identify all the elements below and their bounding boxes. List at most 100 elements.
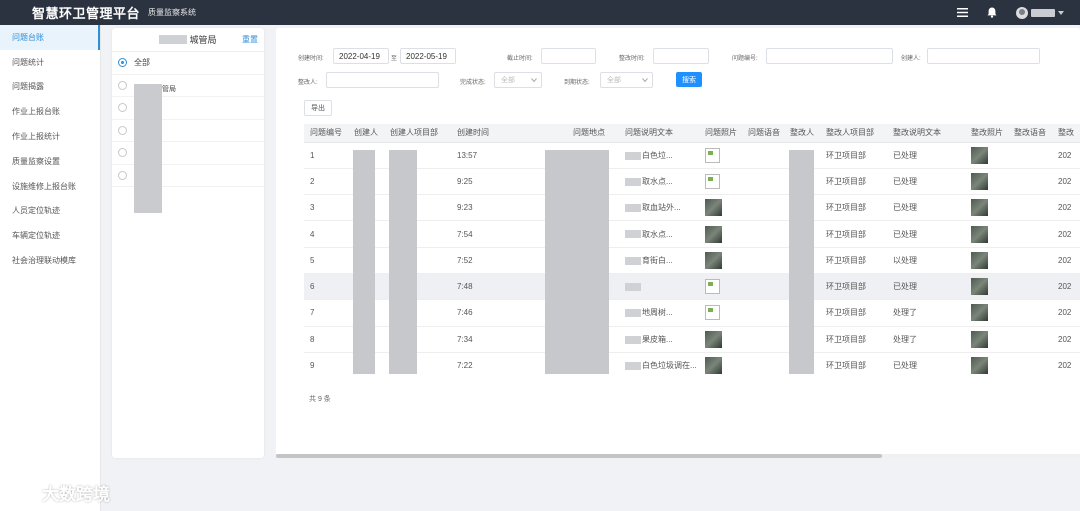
sidebar-item-quality-settings[interactable]: 质量监察设置	[0, 149, 100, 174]
col-voice: 问题语音	[742, 124, 784, 143]
cell-issue-no: 9	[304, 352, 348, 378]
sidebar-item-issue-ledger[interactable]: 问题台账	[0, 25, 100, 50]
radio-icon[interactable]	[118, 125, 127, 135]
cell-rectify-photo[interactable]	[965, 247, 1008, 274]
cell-photo[interactable]	[699, 299, 742, 327]
table-row[interactable]: 6项目部7:48区环卫项目部已处理202	[304, 273, 1080, 301]
issue-no-label: 问题编号:	[732, 56, 758, 62]
deadline-input[interactable]	[541, 48, 596, 64]
due-select[interactable]: 全部	[600, 72, 653, 88]
org-name-redacted	[159, 35, 188, 44]
photo-thumbnail[interactable]	[705, 225, 722, 243]
radio-icon[interactable]	[118, 80, 127, 90]
cell-rectifier-dept: 环卫项目部	[820, 247, 887, 274]
cell-rectifier-dept: 环卫项目部	[820, 326, 887, 353]
search-button[interactable]: 搜索	[676, 72, 702, 87]
cell-rectify-photo[interactable]	[965, 273, 1008, 301]
scrollbar-thumb[interactable]	[276, 454, 882, 458]
issue-ledger-panel: 创建时间: 2022-04-19 至 2022-05-19 截止时间: 整改时间…	[276, 28, 1080, 458]
photo-thumbnail[interactable]	[705, 199, 722, 217]
broken-image-icon[interactable]	[705, 305, 720, 321]
export-button[interactable]: 导出	[304, 100, 332, 116]
rectify-photo-thumbnail[interactable]	[971, 357, 988, 375]
cell-photo[interactable]	[699, 352, 742, 378]
cell-rectify-desc: 已处理	[887, 273, 965, 301]
table-row[interactable]: 9项目部7:22区白色垃圾调在...环卫项目部已处理202	[304, 352, 1080, 378]
radio-selected-icon[interactable]	[118, 58, 127, 68]
cell-rectify-desc: 处理了	[887, 326, 965, 353]
cell-rectify-photo[interactable]	[965, 220, 1008, 248]
rectify-photo-thumbnail[interactable]	[971, 225, 988, 243]
table-row[interactable]: 2项目部9:25区(取水点...环卫项目部已处理202	[304, 168, 1080, 196]
broken-image-icon[interactable]	[705, 173, 720, 189]
completion-select[interactable]: 全部	[494, 72, 542, 88]
cell-rectifier-dept: 环卫项目部	[820, 273, 887, 301]
sidebar-item-work-report-stats[interactable]: 作业上报统计	[0, 124, 100, 149]
cell-rectify-photo[interactable]	[965, 352, 1008, 378]
cell-photo[interactable]	[699, 168, 742, 196]
creator-input[interactable]	[927, 48, 1040, 64]
photo-thumbnail[interactable]	[705, 357, 722, 375]
cell-rectifier-dept: 环卫项目部	[820, 220, 887, 248]
cell-photo[interactable]	[699, 220, 742, 248]
radio-icon[interactable]	[118, 170, 127, 180]
broken-image-icon[interactable]	[705, 279, 720, 295]
rectify-time-input[interactable]	[653, 48, 709, 64]
rectify-photo-thumbnail[interactable]	[971, 251, 988, 269]
table-row[interactable]: 3项目部9:23区(取血站外...环卫项目部已处理202	[304, 194, 1080, 222]
cell-rectify-more: 202	[1052, 220, 1080, 248]
table-row[interactable]: 7项目部7:46地周树...环卫项目部处理了202	[304, 299, 1080, 327]
col-issue-no: 问题编号	[304, 124, 348, 143]
cell-voice	[742, 273, 784, 301]
user-menu[interactable]	[1016, 6, 1064, 19]
tree-item-all[interactable]: 全部	[112, 52, 264, 75]
cell-photo[interactable]	[699, 247, 742, 274]
cell-create-time: 9:23	[451, 194, 541, 222]
sidebar-item-issue-reveal[interactable]: 问题揭露	[0, 75, 100, 100]
rectify-photo-thumbnail[interactable]	[971, 146, 988, 164]
radio-icon[interactable]	[118, 148, 127, 158]
table-row[interactable]: 8项目部7:34区(果皮箱...环卫项目部处理了202	[304, 326, 1080, 353]
reset-link[interactable]: 重置	[242, 34, 258, 45]
table-row[interactable]: 4项目部7:54区(取水点...环卫项目部已处理202	[304, 220, 1080, 248]
horizontal-scrollbar[interactable]	[276, 454, 1080, 458]
table-row[interactable]: 5项目部7:52区育街白...环卫项目部以处理202	[304, 247, 1080, 274]
table-row[interactable]: 1项目部13:57区(白色垃...环卫项目部已处理202	[304, 142, 1080, 169]
rectify-photo-thumbnail[interactable]	[971, 172, 988, 190]
cell-create-time: 7:48	[451, 273, 541, 301]
creator-dept-redacted	[389, 150, 417, 374]
cell-photo[interactable]	[699, 142, 742, 169]
rectifier-input[interactable]	[326, 72, 439, 88]
end-date-input[interactable]: 2022-05-19	[400, 48, 456, 64]
text-redacted	[625, 177, 641, 186]
issue-no-input[interactable]	[766, 48, 893, 64]
sidebar-item-social-governance[interactable]: 社会治理联动模库	[0, 248, 100, 273]
photo-thumbnail[interactable]	[705, 330, 722, 348]
menu-icon[interactable]	[956, 7, 968, 19]
cell-photo[interactable]	[699, 194, 742, 222]
cell-description: 白色垃圾调在...	[619, 352, 699, 378]
sidebar-item-work-report-ledger[interactable]: 作业上报台账	[0, 99, 100, 124]
cell-photo[interactable]	[699, 273, 742, 301]
sidebar-item-staff-track[interactable]: 人员定位轨迹	[0, 199, 100, 224]
cell-rectify-photo[interactable]	[965, 194, 1008, 222]
rectify-photo-thumbnail[interactable]	[971, 199, 988, 217]
photo-thumbnail[interactable]	[705, 251, 722, 269]
rectify-photo-thumbnail[interactable]	[971, 304, 988, 322]
cell-rectify-photo[interactable]	[965, 168, 1008, 196]
rectify-photo-thumbnail[interactable]	[971, 330, 988, 348]
rectify-photo-thumbnail[interactable]	[971, 278, 988, 296]
sidebar-item-vehicle-track[interactable]: 车辆定位轨迹	[0, 223, 100, 248]
cell-rectify-photo[interactable]	[965, 299, 1008, 327]
sidebar-item-facility-repair[interactable]: 设施维修上报台账	[0, 174, 100, 199]
rectify-time-label: 整改时间:	[619, 56, 645, 62]
start-date-input[interactable]: 2022-04-19	[333, 48, 389, 64]
bell-icon[interactable]	[986, 7, 998, 19]
cell-photo[interactable]	[699, 326, 742, 353]
cell-rectify-photo[interactable]	[965, 142, 1008, 169]
radio-icon[interactable]	[118, 103, 127, 113]
sidebar-item-issue-stats[interactable]: 问题统计	[0, 50, 100, 75]
broken-image-icon[interactable]	[705, 147, 720, 163]
watermark-logo-icon	[11, 486, 37, 498]
cell-rectify-photo[interactable]	[965, 326, 1008, 353]
